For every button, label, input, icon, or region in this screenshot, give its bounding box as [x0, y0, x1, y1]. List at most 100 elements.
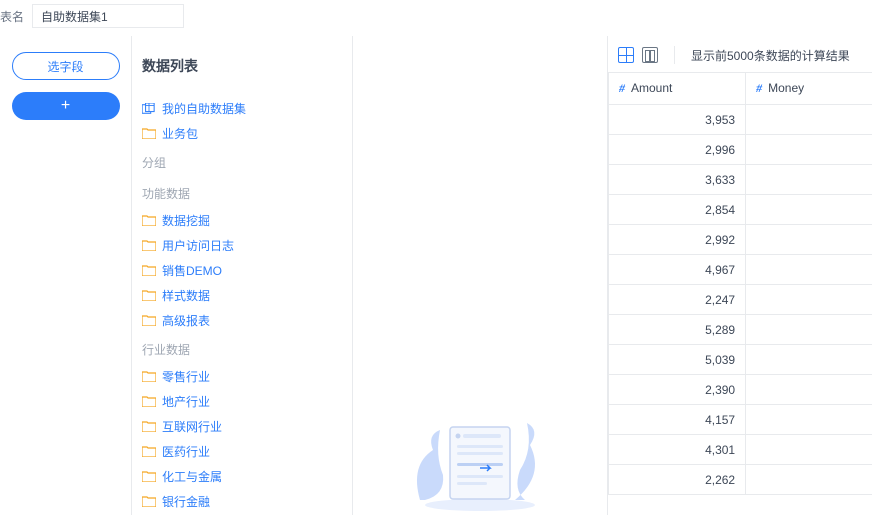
main-area: 选字段 + 数据列表 我的自助数据集 业务包 分组 功能数据 数据挖掘用户访问日…: [0, 36, 872, 515]
cell-amount: 2,992: [609, 225, 746, 255]
dataset-icon: [142, 103, 156, 115]
folder-item[interactable]: 用户访问日志: [142, 233, 338, 258]
folder-label: 样式数据: [162, 287, 210, 304]
section-industry-label: 行业数据: [142, 333, 338, 364]
cell-money: [746, 465, 872, 495]
preview-panel: 显示前5000条数据的计算结果 # Amount # Money 3,9532,996…: [608, 36, 872, 515]
folder-item[interactable]: 样式数据: [142, 283, 338, 308]
folder-label: 银行金融: [162, 493, 210, 510]
data-list-title: 数据列表: [142, 56, 338, 76]
table-row[interactable]: 2,262: [609, 465, 872, 495]
folder-item[interactable]: 化工与金属: [142, 464, 338, 489]
folder-item[interactable]: 零售行业: [142, 364, 338, 389]
folder-label: 医药行业: [162, 443, 210, 460]
folder-icon: [142, 446, 156, 457]
folder-icon: [142, 421, 156, 432]
folder-label: 化工与金属: [162, 468, 222, 485]
folder-icon: [142, 128, 156, 139]
table-row[interactable]: 5,039: [609, 345, 872, 375]
business-package-item[interactable]: 业务包: [142, 121, 338, 146]
cell-amount: 2,262: [609, 465, 746, 495]
folder-icon: [142, 315, 156, 326]
folder-label: 互联网行业: [162, 418, 222, 435]
add-step-button[interactable]: +: [12, 92, 120, 120]
business-package-label: 业务包: [162, 125, 198, 142]
folder-item[interactable]: 银行金融: [142, 489, 338, 514]
preview-table-wrap[interactable]: #Amount#Money 3,9532,9963,6332,8542,9924…: [608, 72, 872, 515]
table-row[interactable]: 4,967: [609, 255, 872, 285]
table-row[interactable]: 4,157: [609, 405, 872, 435]
folder-label: 零售行业: [162, 368, 210, 385]
folder-item[interactable]: 医药行业: [142, 439, 338, 464]
folder-item[interactable]: 销售DEMO: [142, 258, 338, 283]
cell-amount: 3,633: [609, 165, 746, 195]
cell-amount: 3,953: [609, 105, 746, 135]
select-fields-button[interactable]: 选字段: [12, 52, 120, 80]
cell-amount: 4,157: [609, 405, 746, 435]
grid-view-icon[interactable]: [618, 47, 634, 63]
cell-money: [746, 105, 872, 135]
table-row[interactable]: 2,996: [609, 135, 872, 165]
table-row[interactable]: 3,633: [609, 165, 872, 195]
cell-amount: 2,996: [609, 135, 746, 165]
cell-amount: 4,301: [609, 435, 746, 465]
folder-icon: [142, 371, 156, 382]
column-name: Money: [768, 81, 804, 95]
column-header[interactable]: # Money: [746, 73, 872, 105]
preview-hint: 显示前5000条数据的计算结果: [691, 47, 850, 64]
table-row[interactable]: 5,289: [609, 315, 872, 345]
table-name-input[interactable]: [32, 4, 184, 28]
empty-state-illustration: [405, 405, 555, 515]
folder-icon: [142, 240, 156, 251]
folder-icon: [142, 496, 156, 507]
folder-label: 用户访问日志: [162, 237, 234, 254]
table-row[interactable]: 4,301: [609, 435, 872, 465]
table-row[interactable]: 3,953: [609, 105, 872, 135]
cell-money: [746, 345, 872, 375]
section-group-label: 分组: [142, 146, 338, 177]
folder-label: 地产行业: [162, 393, 210, 410]
cell-money: [746, 405, 872, 435]
cell-money: [746, 285, 872, 315]
number-type-icon: #: [619, 81, 625, 95]
column-header[interactable]: # Amount: [609, 73, 746, 105]
folder-item[interactable]: 互联网行业: [142, 414, 338, 439]
column-name: Amount: [631, 81, 672, 95]
table-row[interactable]: 2,247: [609, 285, 872, 315]
toolbar-divider: [674, 46, 675, 64]
section-func-label: 功能数据: [142, 177, 338, 208]
top-bar: 表名: [0, 0, 872, 36]
folder-item[interactable]: 地产行业: [142, 389, 338, 414]
table-row[interactable]: 2,854: [609, 195, 872, 225]
table-row[interactable]: 2,390: [609, 375, 872, 405]
cell-amount: 2,390: [609, 375, 746, 405]
table-name-label: 表名: [0, 8, 24, 25]
my-dataset-label: 我的自助数据集: [162, 100, 246, 117]
table-row[interactable]: 2,992: [609, 225, 872, 255]
cell-money: [746, 255, 872, 285]
folder-label: 数据挖掘: [162, 212, 210, 229]
folder-icon: [142, 265, 156, 276]
folder-icon: [142, 396, 156, 407]
folder-label: 高级报表: [162, 312, 210, 329]
group-view-icon[interactable]: [642, 47, 658, 63]
cell-money: [746, 225, 872, 255]
cell-money: [746, 195, 872, 225]
cell-amount: 5,039: [609, 345, 746, 375]
cell-money: [746, 165, 872, 195]
cell-money: [746, 135, 872, 165]
folder-item[interactable]: 高级报表: [142, 308, 338, 333]
preview-table: #Amount#Money 3,9532,9963,6332,8542,9924…: [608, 72, 872, 495]
folder-item[interactable]: 数据挖掘: [142, 208, 338, 233]
my-dataset-item[interactable]: 我的自助数据集: [142, 96, 338, 121]
field-config-panel: [352, 36, 608, 515]
folder-icon: [142, 290, 156, 301]
preview-toolbar: 显示前5000条数据的计算结果: [608, 36, 872, 72]
folder-icon: [142, 471, 156, 482]
folder-icon: [142, 215, 156, 226]
number-type-icon: #: [756, 81, 762, 95]
cell-amount: 2,247: [609, 285, 746, 315]
step-panel: 选字段 +: [0, 36, 132, 515]
cell-money: [746, 375, 872, 405]
cell-amount: 4,967: [609, 255, 746, 285]
